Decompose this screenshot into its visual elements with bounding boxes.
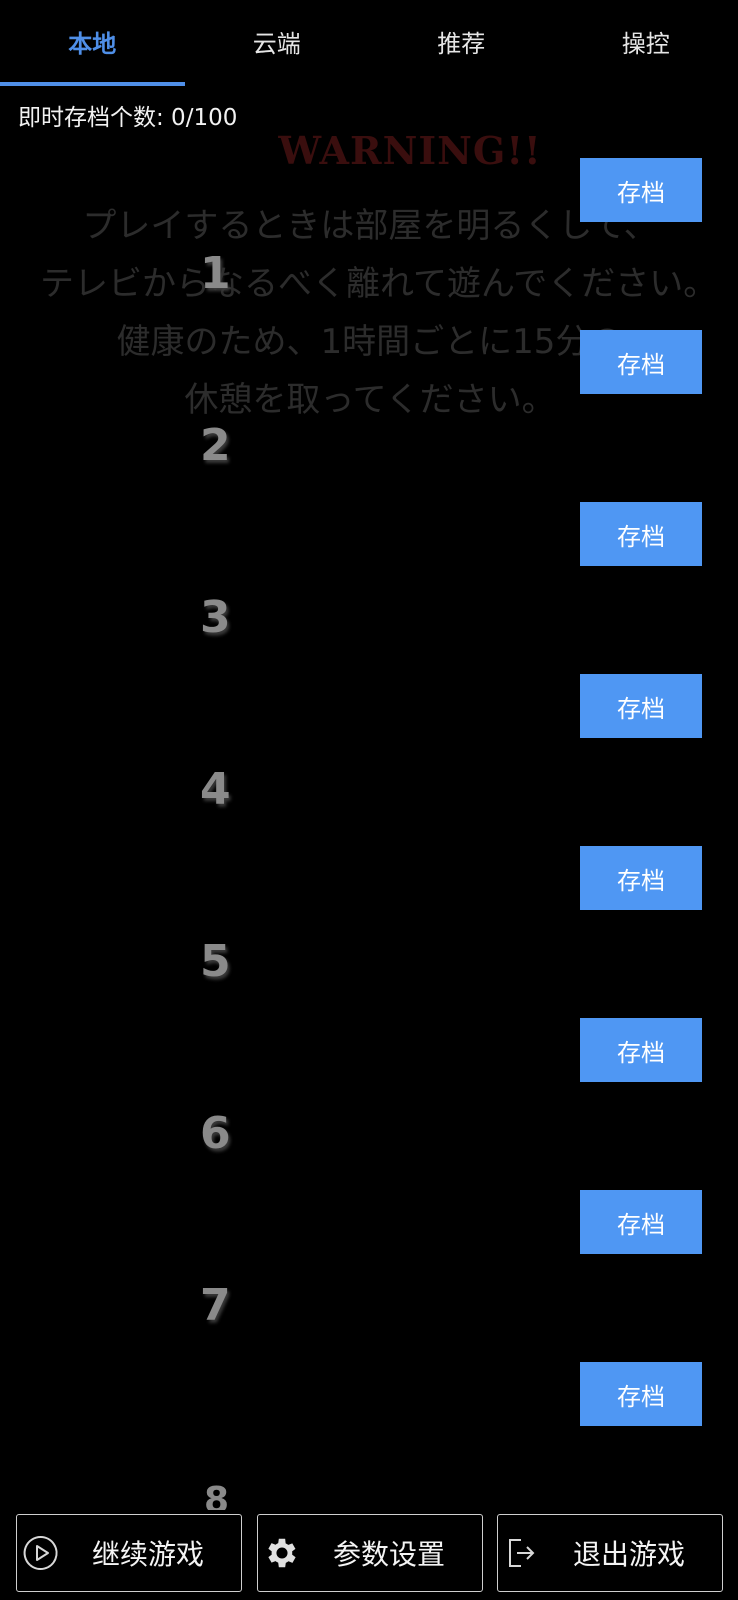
tab-recommend[interactable]: 推荐 bbox=[369, 0, 554, 86]
save-button[interactable]: 存档 bbox=[580, 502, 702, 566]
slot-number: 3 bbox=[200, 592, 231, 643]
tab-controls[interactable]: 操控 bbox=[554, 0, 738, 86]
warning-line: テレビからなるべく離れて遊んでください。 bbox=[40, 264, 718, 304]
save-button[interactable]: 存档 bbox=[580, 330, 702, 394]
settings-button[interactable]: 参数设置 bbox=[257, 1514, 483, 1592]
save-button[interactable]: 存档 bbox=[580, 1362, 702, 1426]
gear-icon bbox=[260, 1531, 304, 1575]
play-circle-icon bbox=[19, 1531, 63, 1575]
continue-game-button[interactable]: 继续游戏 bbox=[16, 1514, 242, 1592]
tab-bar: 本地 云端 推荐 操控 bbox=[0, 0, 738, 86]
save-button[interactable]: 存档 bbox=[580, 1190, 702, 1254]
exit-icon bbox=[500, 1531, 544, 1575]
save-button[interactable]: 存档 bbox=[580, 846, 702, 910]
save-button[interactable]: 存档 bbox=[580, 1018, 702, 1082]
slot-number: 8 bbox=[204, 1480, 230, 1510]
slot-number: 6 bbox=[200, 1108, 231, 1159]
save-button[interactable]: 存档 bbox=[580, 158, 702, 222]
slot-number: 5 bbox=[200, 936, 231, 987]
save-count-label: 即时存档个数: 0/100 bbox=[18, 105, 238, 131]
settings-label: 参数设置 bbox=[332, 1538, 445, 1571]
slot-number: 1 bbox=[200, 248, 231, 299]
slot-number: 7 bbox=[200, 1280, 231, 1331]
slot-number: 4 bbox=[200, 764, 231, 815]
tab-cloud[interactable]: 云端 bbox=[185, 0, 370, 86]
continue-game-label: 继续游戏 bbox=[91, 1538, 204, 1571]
bottom-action-bar: 继续游戏 参数设置 退出游戏 bbox=[0, 1512, 738, 1592]
save-state-screen: 本地 云端 推荐 操控 即时存档个数: 0/100 WARNING!! プレイす… bbox=[0, 0, 738, 1600]
exit-game-label: 退出游戏 bbox=[572, 1538, 685, 1571]
exit-game-button[interactable]: 退出游戏 bbox=[497, 1514, 723, 1592]
slot-number: 2 bbox=[200, 420, 231, 471]
tab-local[interactable]: 本地 bbox=[0, 0, 185, 86]
save-button[interactable]: 存档 bbox=[580, 674, 702, 738]
